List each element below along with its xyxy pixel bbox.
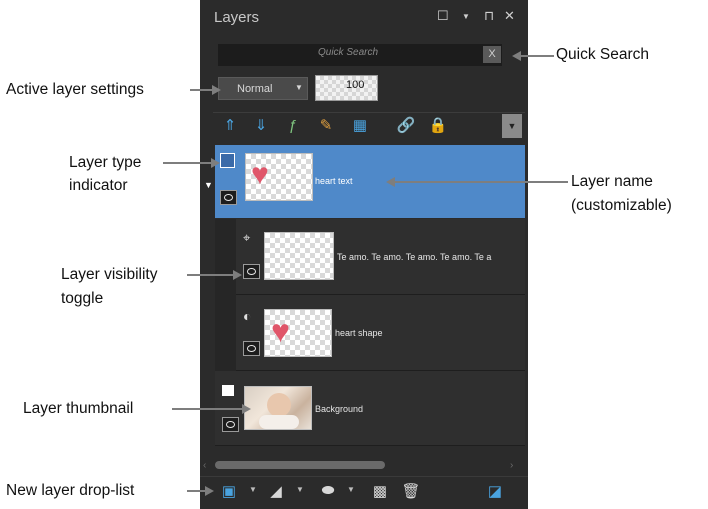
scroll-thumb[interactable] [215, 461, 385, 469]
scroll-left-icon[interactable]: ‹ [203, 460, 206, 471]
new-layer-icon[interactable]: ▣ [219, 482, 239, 500]
opacity-value: 100 [346, 79, 365, 91]
callout-quick-search: Quick Search [556, 46, 650, 63]
callout-line [187, 490, 207, 492]
lock-icon[interactable]: 🔒 [428, 116, 448, 136]
chevron-down-icon[interactable]: ▼ [296, 485, 304, 494]
opacity-field[interactable]: 100 [315, 75, 378, 101]
text-layer-type-icon [220, 153, 235, 168]
raster-layer-type-icon [222, 385, 234, 396]
delete-layer-icon[interactable]: 🗑 [401, 482, 421, 500]
shape-layer-type-icon: ◐ [243, 308, 252, 324]
layer-thumbnail [264, 232, 334, 280]
callout-active-layer-settings: Active layer settings [6, 81, 144, 98]
callout-arrow [211, 158, 220, 168]
vector-layer-type-icon: ⌖ [243, 230, 251, 245]
eye-icon[interactable] [222, 417, 239, 432]
edit-mask-icon[interactable]: ✎ [316, 116, 336, 136]
toolbar-more-dropdown[interactable]: ▼ [502, 114, 522, 138]
layer-thumbnail [244, 386, 312, 430]
layer-thumbnail: ♥ [264, 309, 332, 357]
blend-mode-value: Normal [237, 83, 273, 95]
callout-layer-type-2: indicator [69, 177, 128, 194]
blend-mode-select[interactable]: Normal ▼ [218, 77, 308, 100]
clear-search-button[interactable]: X [483, 46, 501, 63]
callout-line [394, 181, 568, 183]
close-icon[interactable]: ✕ [504, 8, 515, 24]
callout-line [190, 89, 214, 91]
layer-name[interactable]: Background [315, 404, 363, 414]
panel-title: Layers [214, 9, 260, 26]
search-placeholder: Quick Search [318, 47, 379, 58]
layer-name[interactable]: Te amo. Te amo. Te amo. Te amo. Te a [337, 252, 523, 262]
callout-line [187, 274, 235, 276]
layer-name[interactable]: heart shape [335, 328, 383, 338]
callout-arrow [512, 51, 521, 61]
callout-layer-type-1: Layer type [69, 154, 142, 171]
scroll-right-icon[interactable]: › [510, 460, 513, 471]
layer-effects-icon[interactable]: ƒ [283, 116, 303, 136]
new-mask-icon[interactable]: ◢ [266, 482, 286, 500]
callout-arrow [233, 270, 242, 280]
callout-line [520, 55, 554, 57]
merge-layers-icon[interactable]: ▩ [370, 482, 390, 500]
lock-transparency-icon[interactable]: ▦ [350, 116, 370, 136]
pin-icon[interactable]: ⊓ [484, 8, 494, 24]
layer-thumbnail: ♥ [245, 153, 313, 201]
callout-layer-name-1: Layer name [571, 173, 653, 190]
callout-arrow [242, 404, 251, 414]
chevron-down-icon: ▼ [295, 83, 303, 92]
callout-line [163, 162, 213, 164]
eye-icon[interactable] [243, 264, 260, 279]
chevron-down-icon[interactable]: ▼ [347, 485, 355, 494]
move-layer-up-icon[interactable]: ⇑ [220, 116, 240, 136]
link-icon[interactable]: 🔗 [396, 116, 416, 136]
callout-line [172, 408, 244, 410]
eye-icon[interactable] [220, 190, 237, 205]
chevron-down-icon[interactable]: ▼ [249, 485, 257, 494]
callout-new-layer-droplist: New layer drop-list [6, 482, 135, 499]
layer-properties-icon[interactable]: ◪ [485, 482, 505, 500]
eye-icon[interactable] [243, 341, 260, 356]
callout-arrow [212, 85, 221, 95]
callout-arrow [205, 486, 214, 496]
callout-arrow [386, 177, 395, 187]
callout-layer-visibility-1: Layer visibility [61, 266, 158, 283]
callout-layer-visibility-2: toggle [61, 290, 104, 307]
expand-arrow-icon[interactable]: ▼ [204, 180, 213, 190]
chevron-down-icon[interactable]: ▼ [462, 12, 470, 21]
callout-layer-name-2: (customizable) [571, 197, 672, 214]
callout-layer-thumbnail: Layer thumbnail [23, 400, 134, 417]
layer-name[interactable]: heart text [315, 176, 353, 186]
maximize-icon[interactable]: ☐ [437, 8, 449, 24]
group-indent [215, 219, 236, 371]
adjustment-layer-icon[interactable]: ⬬ [318, 482, 338, 499]
move-layer-down-icon[interactable]: ⇓ [251, 116, 271, 136]
